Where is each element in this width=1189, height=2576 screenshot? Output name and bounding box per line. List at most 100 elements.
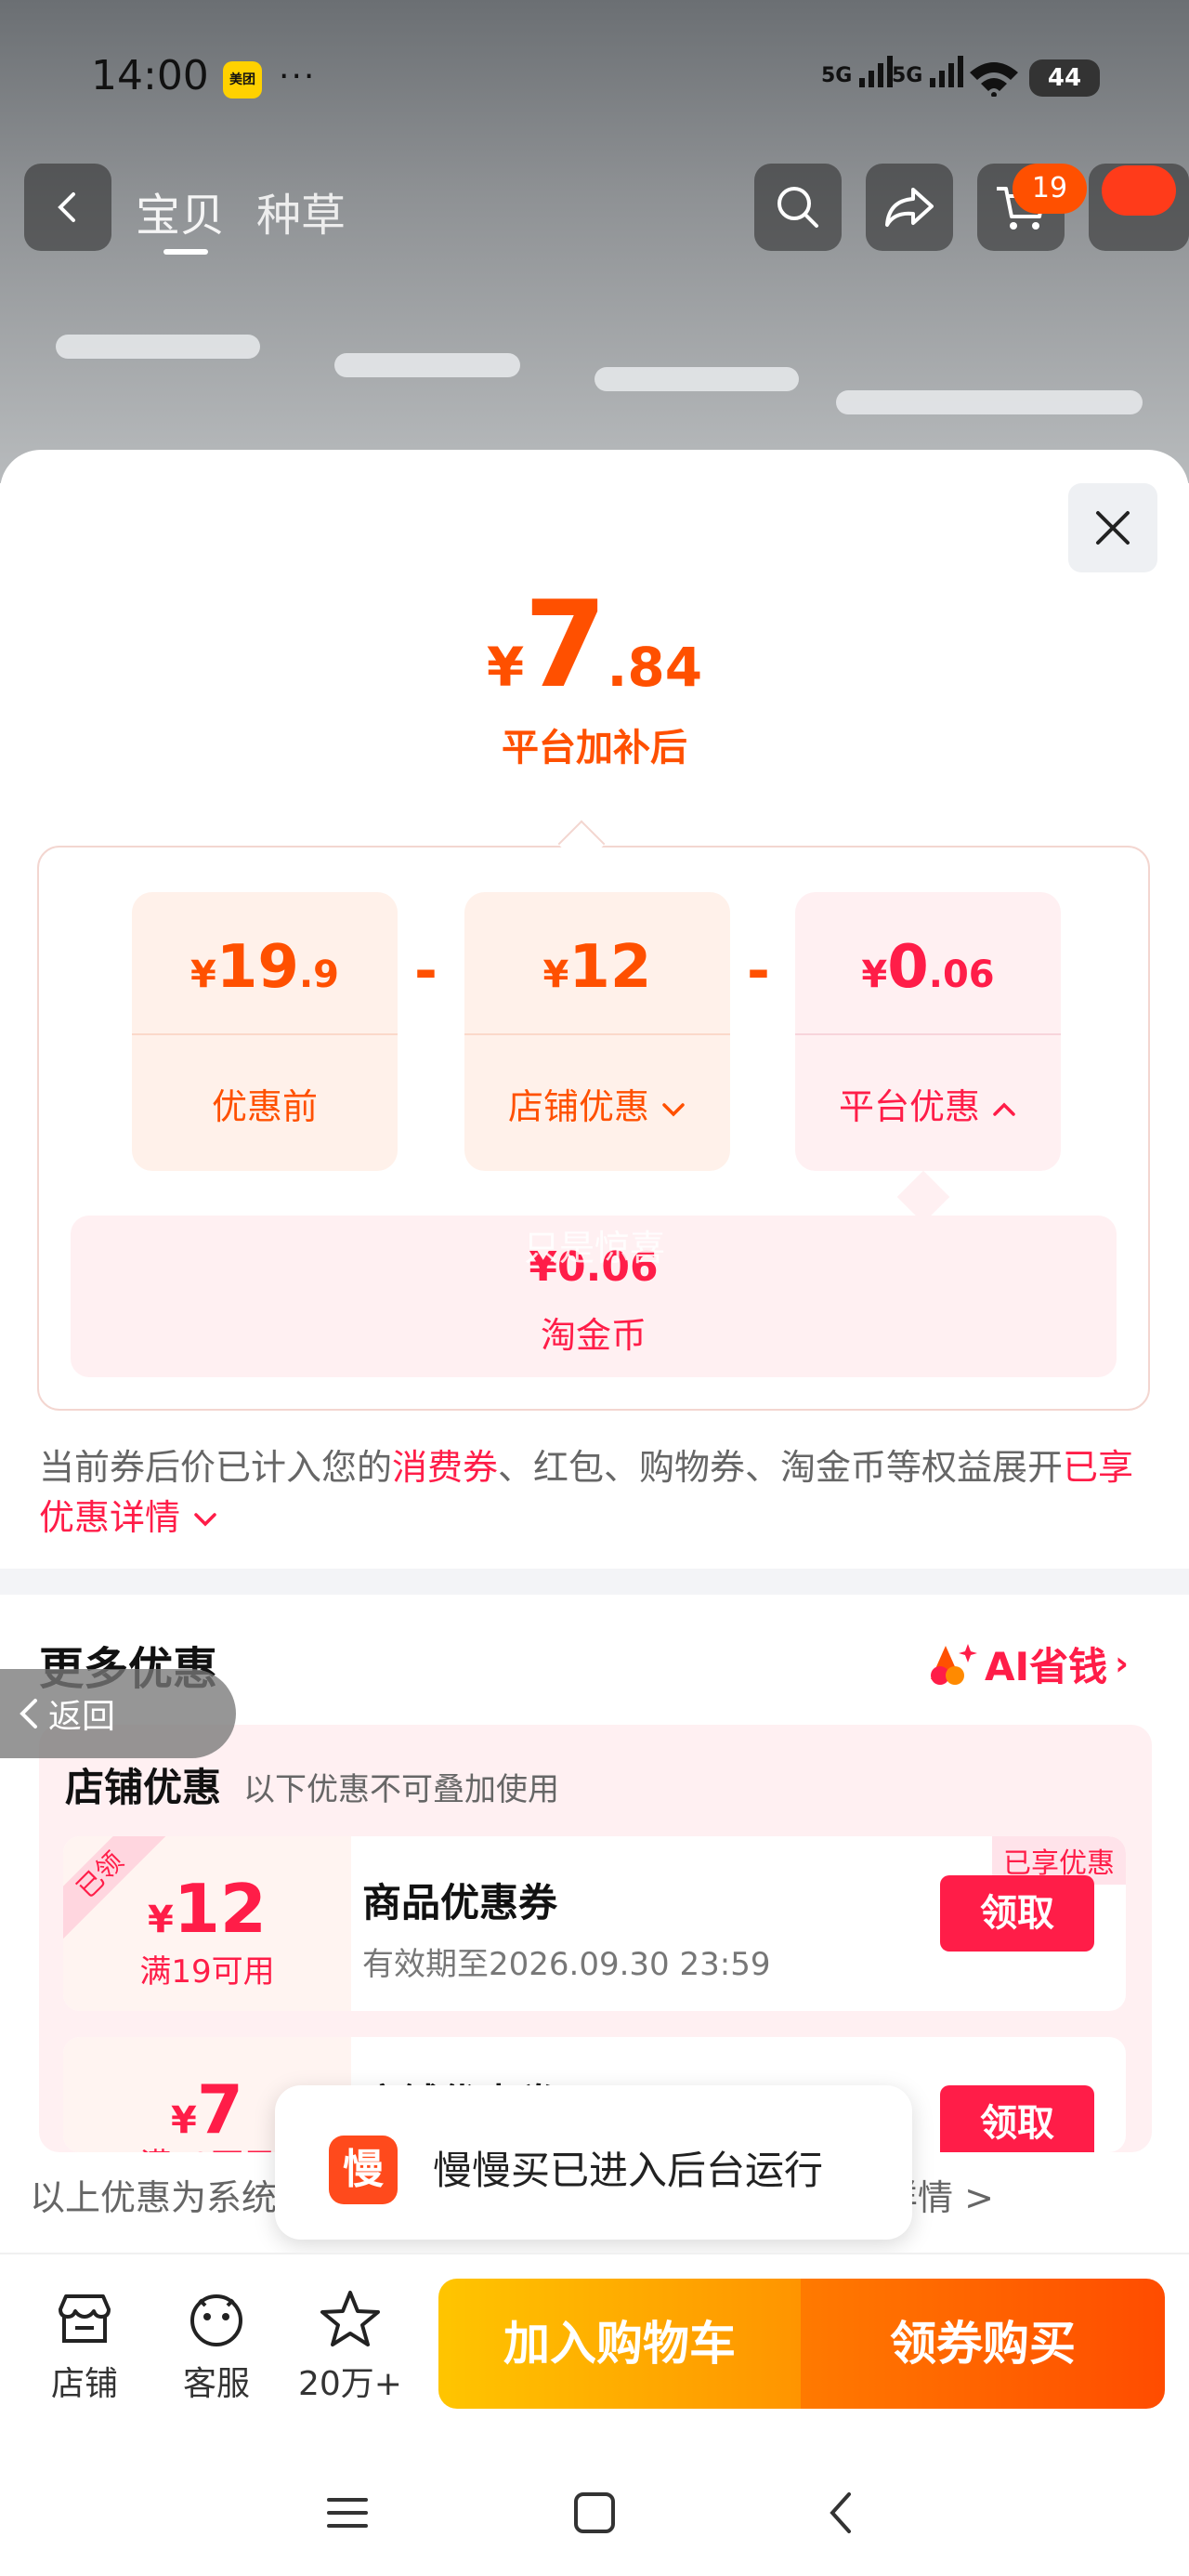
ai-save-money-link[interactable]: AI省钱 ›: [927, 1636, 1129, 1692]
status-bar: 14:00 美团 ··· 5G 5G 44: [0, 0, 1189, 156]
shelf-decor: [594, 367, 799, 391]
manmanmai-app-icon: 慢: [329, 2136, 398, 2204]
tab-recommend[interactable]: 种草: [256, 178, 346, 243]
chevron-right-icon: ›: [1115, 1645, 1129, 1683]
currency-symbol: ¥: [486, 636, 525, 699]
notice-text: 、红包、购物券、淘金币等权益展开: [498, 1447, 1064, 1488]
platform-discount-label: 平台优惠: [838, 1086, 980, 1127]
ai-sparkle-icon: [931, 1643, 977, 1685]
shelf-decor: [334, 353, 520, 377]
more-notifications-icon: ···: [279, 58, 317, 96]
tab-product[interactable]: 宝贝: [136, 178, 225, 243]
card-integer: 19: [216, 933, 299, 1002]
shop-icon: [59, 2294, 111, 2343]
shelf-decor: [836, 390, 1143, 414]
close-button[interactable]: [1068, 483, 1157, 572]
signal-label: 5G: [892, 64, 923, 87]
currency-symbol: ¥: [542, 953, 569, 996]
back-button[interactable]: [24, 164, 111, 251]
coupon-condition: 满19可用: [139, 1953, 275, 1991]
back-label: 返回: [48, 1698, 116, 1736]
active-tab-indicator: [163, 249, 208, 255]
price-integer: 7: [524, 576, 608, 715]
notice-text: 当前券后价已计入您的: [39, 1447, 393, 1488]
offer-disclaimer: 以上优惠为系统: [30, 2177, 278, 2218]
consumption-coupon-link[interactable]: 消费券: [392, 1447, 498, 1488]
favorite-button[interactable]: 20万+: [290, 2284, 411, 2405]
card-integer: 0: [887, 933, 929, 1002]
coupon-name: 商品优惠券: [362, 1880, 558, 1925]
share-icon: [885, 188, 934, 227]
minus-sign: -: [747, 939, 770, 1004]
background-run-toast: 慢 慢慢买已进入后台运行: [275, 2085, 912, 2240]
share-button[interactable]: [866, 164, 953, 251]
menu-icon: [327, 2498, 368, 2528]
store-offers-title: 店铺优惠: [65, 1765, 222, 1810]
claim-button[interactable]: 领取: [940, 1875, 1094, 1952]
chevron-up-icon: [993, 1102, 1015, 1116]
add-to-cart-button[interactable]: 加入购物车: [438, 2279, 801, 2409]
original-price-card: ¥19.9 优惠前: [132, 892, 398, 1171]
price-decimal: .84: [607, 636, 703, 699]
final-price: ¥7.84: [0, 576, 1189, 715]
close-icon: [1096, 511, 1130, 545]
star-icon: [320, 2291, 380, 2346]
status-time: 14:00: [91, 52, 209, 99]
card-label: 店铺优惠: [464, 1078, 730, 1129]
top-navigation: 宝贝 种草 19: [0, 164, 1189, 255]
shelf-decor: [56, 335, 260, 359]
system-navigation-bar: [0, 2438, 1189, 2576]
currency-symbol: ¥: [171, 2099, 197, 2142]
toast-message: 慢慢买已进入后台运行: [433, 2148, 824, 2193]
currency-symbol: ¥: [861, 953, 888, 996]
coupon-amount: ¥12: [63, 1870, 351, 1948]
customer-service-button[interactable]: 客服: [156, 2284, 277, 2405]
shop-label: 店铺: [50, 2365, 118, 2403]
card-label: 优惠前: [211, 1086, 318, 1127]
cart-count-badge: 19: [1013, 164, 1087, 214]
platform-discount-card[interactable]: ¥0.06 平台优惠: [795, 892, 1061, 1171]
customer-service-icon: [190, 2294, 242, 2346]
home-square-icon: [574, 2492, 615, 2533]
meituan-app-icon: 美团: [223, 61, 262, 99]
minus-sign: -: [414, 939, 438, 1004]
card-label: 平台优惠: [795, 1078, 1061, 1129]
customer-service-label: 客服: [182, 2365, 250, 2403]
signal-icon: 5G: [821, 56, 896, 87]
coupon-value: 12: [173, 1870, 268, 1948]
claim-button[interactable]: 领取: [940, 2085, 1094, 2152]
currency-symbol: ¥: [190, 953, 216, 996]
ai-save-label: AI省钱: [985, 1644, 1108, 1689]
chevron-down-icon[interactable]: [191, 1509, 219, 1530]
signal-icon: 5G: [892, 56, 967, 87]
message-badge: [1102, 165, 1176, 216]
search-icon: [777, 187, 818, 228]
back-key[interactable]: [804, 2476, 879, 2550]
store-discount-card[interactable]: ¥12 店铺优惠: [464, 892, 730, 1171]
search-button[interactable]: [754, 164, 842, 251]
card-decimal: .06: [928, 953, 995, 996]
watermark-text: 只是惊喜: [523, 1228, 665, 1268]
chevron-down-icon: [662, 1103, 685, 1117]
menu-key[interactable]: [310, 2476, 385, 2550]
coupon-card: 已领 ¥12 满19可用 商品优惠券 有效期至2026.09.30 23:59 …: [63, 1836, 1126, 2011]
price-label: 平台加补后: [502, 727, 687, 769]
store-offers-subtitle: 以下优惠不可叠加使用: [243, 1771, 559, 1808]
taojinbi-label: 淘金币: [540, 1315, 647, 1356]
chevron-left-icon: [58, 192, 75, 222]
section-divider: [0, 1569, 1189, 1595]
shop-button[interactable]: 店铺: [24, 2284, 145, 2405]
signal-label: 5G: [821, 64, 853, 87]
card-decimal: .9: [298, 953, 339, 996]
battery-indicator: 44: [1029, 59, 1100, 97]
wifi-icon: [968, 59, 1020, 100]
home-key[interactable]: [557, 2476, 632, 2550]
favorite-count: 20万+: [298, 2365, 402, 2403]
card-integer: 12: [568, 933, 652, 1002]
store-discount-label: 店铺优惠: [507, 1086, 649, 1127]
coupon-expiry: 有效期至2026.09.30 23:59: [362, 1946, 771, 1983]
chevron-left-icon: [20, 1699, 37, 1728]
chevron-left-icon: [830, 2492, 851, 2533]
claim-and-buy-button[interactable]: 领券购买: [801, 2279, 1165, 2409]
floating-back-button[interactable]: 返回: [0, 1669, 236, 1758]
